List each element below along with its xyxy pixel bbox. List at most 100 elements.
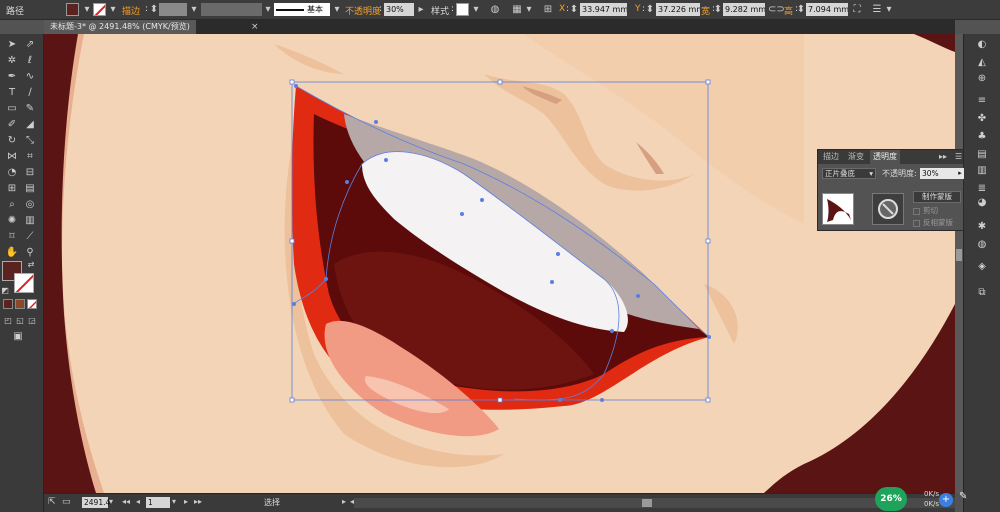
align-panel-icon[interactable]: ✱ [974,220,990,234]
scale-tool-icon[interactable]: ⤡ [22,134,38,148]
paintbrush-tool-icon[interactable]: ✎ [22,102,38,116]
transform-icon[interactable]: ⛶ [850,3,864,17]
perspective-grid-icon[interactable]: ⊟ [22,166,38,180]
swatches-icon[interactable]: ⊕ [974,72,990,86]
clip-checkbox-row[interactable]: 剪切 [913,206,938,216]
artwork-thumbnail[interactable] [822,193,854,225]
swap-colors-icon[interactable]: ⇄ [26,258,36,272]
brushes-icon[interactable]: ✤ [974,112,990,126]
last-artboard-icon[interactable]: ▸▸ [194,497,202,506]
recolor-icon[interactable]: ◍ [488,3,502,17]
width-label[interactable]: 宽 [701,4,710,17]
scrollbar-thumb[interactable] [956,249,962,261]
reference-point-icon[interactable]: ⊞ [541,3,555,17]
invert-mask-checkbox-row[interactable]: 反相蒙版 [913,218,953,228]
status-menu-icon[interactable]: ▸ [342,497,346,506]
wrench-icon[interactable]: ✎ [959,491,967,502]
eraser-tool-icon[interactable]: ◢ [22,118,38,132]
opacity-label[interactable]: 不透明度 [345,4,381,17]
color-icon[interactable]: ◐ [974,38,990,52]
window-icon[interactable]: ▭ [62,497,71,507]
chevron-down-icon[interactable]: ▾ [261,3,275,17]
y-stepper-icon[interactable]: ⬍ [645,3,655,17]
direct-selection-tool-icon[interactable]: ⇗ [22,38,38,52]
y-input[interactable]: 37.226 mm [656,3,700,16]
tab-stroke[interactable]: 描边 [820,150,842,164]
height-input[interactable]: 7.094 mm [806,3,848,16]
symbols-icon[interactable]: ♣ [974,130,990,144]
artboards-icon[interactable]: ⧉ [974,286,990,300]
close-icon[interactable]: × [251,20,259,34]
canvas-vertical-scrollbar[interactable] [955,34,963,493]
tab-gradient[interactable]: 渐变 [845,150,867,164]
add-icon[interactable]: + [939,493,953,507]
gradient-tool-icon[interactable]: ▤ [22,182,38,196]
artboard-tool-icon[interactable]: ⌑ [4,230,20,244]
stroke-swatch[interactable] [93,3,106,16]
blend-tool-icon[interactable]: ◎ [22,198,38,212]
hand-tool-icon[interactable]: ✋ [4,246,20,260]
symbol-sprayer-icon[interactable]: ✺ [4,214,20,228]
next-artboard-icon[interactable]: ▸ [184,497,188,506]
panel-menu-icon[interactable]: ☰ [952,150,965,164]
canvas-horizontal-scrollbar[interactable] [354,498,955,508]
y-label[interactable]: Y [635,4,641,14]
color-guide-icon[interactable]: ◭ [974,56,990,70]
link-icon[interactable]: ⊂⊃ [768,3,785,17]
none-mode-button[interactable] [27,299,37,309]
pathfinder-icon[interactable]: ◍ [974,238,990,252]
draw-normal-icon[interactable]: ◰ [2,314,14,328]
transparency-panel-icon[interactable]: ◕ [974,196,990,210]
height-label[interactable]: 高 [784,4,793,17]
blend-mode-select[interactable]: 正片叠底 ▾ [822,168,876,179]
lasso-icon[interactable]: ℓ [22,54,38,68]
scrollbar-thumb[interactable] [642,499,652,507]
chevron-down-icon[interactable]: ▾ [187,3,201,17]
selection-tool-icon[interactable]: ➤ [4,38,20,52]
layers-icon[interactable]: ◈ [974,260,990,274]
style-swatch[interactable] [456,3,469,16]
variable-width-select[interactable] [201,3,262,16]
gradient-panel-icon[interactable]: ▥ [974,164,990,178]
draw-behind-icon[interactable]: ◱ [14,314,26,328]
type-tool-icon[interactable]: T [4,86,20,100]
stroke-weight-input[interactable] [159,3,187,16]
invert-mask-checkbox[interactable] [913,219,920,227]
clip-checkbox[interactable] [913,207,920,215]
x-input[interactable]: 33.947 mm [580,3,627,16]
screen-mode-icon[interactable]: ▣ [10,330,26,344]
curvature-tool-icon[interactable]: ∿ [22,70,38,84]
tab-transparency[interactable]: 透明度 [870,150,900,164]
draw-inside-icon[interactable]: ◲ [26,314,38,328]
stroke-panel-icon[interactable]: ≡ [974,94,990,108]
stroke-label[interactable]: 描边 [122,4,140,17]
panel-opacity-input[interactable]: 30% [920,168,956,179]
mask-thumbnail[interactable] [872,193,904,225]
mesh-tool-icon[interactable]: ⊞ [4,182,20,196]
artboard-number-input[interactable]: 1 [146,497,170,508]
stroke-color-box[interactable] [14,273,34,293]
chevron-down-icon[interactable]: ▾ [330,3,344,17]
chevron-down-icon[interactable]: ▾ [80,3,94,17]
chevron-down-icon[interactable]: ▾ [106,3,120,17]
gradient-mode-button[interactable] [15,299,25,309]
width-tool-icon[interactable]: ⋈ [4,150,20,164]
free-transform-icon[interactable]: ⌗ [22,150,38,164]
chevron-right-icon[interactable]: ▸ [956,168,964,179]
document-tab[interactable]: 未标题-3* @ 2491.48% (CMYK/预览) [44,20,196,34]
make-mask-button[interactable]: 制作蒙版 [913,191,961,203]
column-graph-icon[interactable]: ▥ [22,214,38,228]
artboard-nav-icon[interactable]: ⇱ [48,497,56,507]
opacity-input[interactable]: 30% [384,3,414,16]
chevron-down-icon[interactable]: ▾ [522,3,536,17]
pencil-tool-icon[interactable]: ✐ [4,118,20,132]
collapse-icon[interactable]: ▸▸ [936,150,950,164]
network-monitor-widget[interactable]: 26% 0K/s 0K/s + ✎ [872,486,1000,512]
appearance-icon[interactable]: ≣ [974,182,990,196]
h-stepper-icon[interactable]: ⬍ [796,3,806,17]
chevron-down-icon[interactable]: ▾ [109,497,113,506]
previous-artboard-icon[interactable]: ◂ [136,497,140,506]
line-tool-icon[interactable]: ∕ [22,86,38,100]
chevron-down-icon[interactable]: ▾ [882,3,896,17]
eyedropper-icon[interactable]: ⌕ [4,198,20,212]
